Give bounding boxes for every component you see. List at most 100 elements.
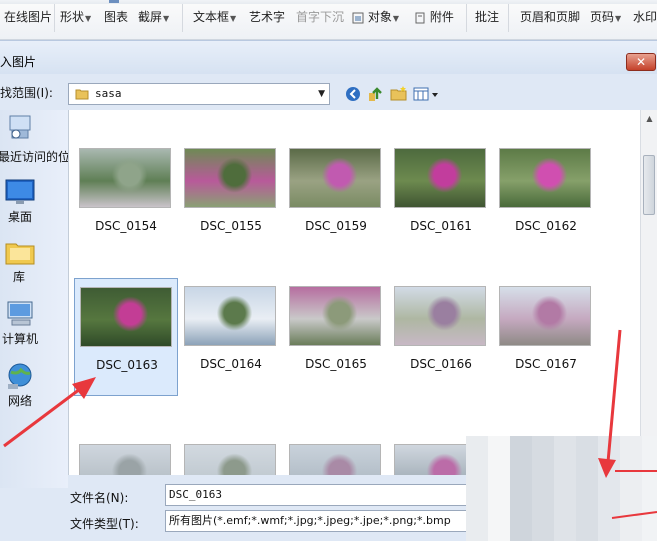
chart-button[interactable]: 图表 <box>104 8 128 26</box>
scrollbar-thumb[interactable] <box>643 155 655 215</box>
thumbnail-image <box>394 148 486 208</box>
place-network[interactable]: 网络 <box>0 360 68 408</box>
look-in-label: 查找范围(I): <box>0 86 53 100</box>
thumbnail-image <box>79 148 171 208</box>
mosaic-cell <box>510 536 532 541</box>
chevron-down-icon: ▼ <box>230 14 237 23</box>
filetype-label: 文件类型(T): <box>70 517 139 531</box>
ribbon-top-strip <box>0 0 657 4</box>
mosaic-cell <box>466 436 488 456</box>
mosaic-cell <box>466 536 488 541</box>
thumbnail-image <box>289 286 381 346</box>
mosaic-cell <box>642 536 657 541</box>
place-library[interactable]: 库 <box>0 236 68 284</box>
mosaic-cell <box>510 436 532 456</box>
mosaic-cell <box>598 436 620 456</box>
mosaic-cell <box>576 496 598 516</box>
mosaic-cell <box>466 496 488 516</box>
dropcap-button[interactable]: 首字下沉 <box>296 8 344 26</box>
close-icon: ✕ <box>635 55 647 69</box>
wordart-button[interactable]: 艺术字 <box>249 8 285 26</box>
thumbnail-caption: DSC_0163 <box>96 358 158 372</box>
ribbon-toolbar: 在线图片 形状▼ 图表 截屏▼ 文本框▼ 艺术字 首字下沉 对象▼ 附件 批注 … <box>0 0 657 40</box>
mosaic-cell <box>532 436 554 456</box>
look-in-bar: 查找范围(I): sasa ▼ <box>0 74 657 110</box>
mosaic-cell <box>554 536 576 541</box>
up-folder-icon[interactable] <box>367 85 385 103</box>
thumbnail-caption: DSC_0166 <box>410 357 472 371</box>
place-computer[interactable]: 计算机 <box>0 298 68 346</box>
thumbnail-image <box>80 287 172 347</box>
place-label: 桌面 <box>8 210 33 224</box>
mosaic-cell <box>532 536 554 541</box>
mosaic-cell <box>554 436 576 456</box>
dialog-title: 插入图片 <box>0 55 37 69</box>
mosaic-cell <box>510 476 532 496</box>
thumbnail-image <box>184 286 276 346</box>
attachment-icon <box>415 12 425 23</box>
thumbnail-caption: DSC_0167 <box>515 357 577 371</box>
ribbon-separator <box>466 4 467 32</box>
mosaic-cell <box>642 516 657 536</box>
mosaic-cell <box>598 536 620 541</box>
file-thumbnail[interactable]: DSC_0165 <box>284 278 388 396</box>
file-thumbnail[interactable]: DSC_0164 <box>179 278 283 396</box>
mosaic-blur-region <box>466 436 657 541</box>
mosaic-cell <box>466 456 488 476</box>
attachment-button[interactable]: 附件 <box>414 8 454 26</box>
comment-button[interactable]: 批注 <box>475 8 499 26</box>
screenshot-button[interactable]: 截屏▼ <box>138 8 169 26</box>
thumbnail-image <box>289 148 381 208</box>
mosaic-cell <box>576 536 598 541</box>
page-number-button[interactable]: 页码▼ <box>590 8 621 26</box>
file-thumbnail[interactable]: DSC_0161 <box>389 140 493 258</box>
new-folder-icon[interactable] <box>390 85 408 103</box>
file-thumbnail[interactable]: DSC_0159 <box>284 140 388 258</box>
back-icon[interactable] <box>344 85 362 103</box>
computer-icon <box>7 301 33 326</box>
thumbnail-caption: DSC_0162 <box>515 219 577 233</box>
mosaic-cell <box>554 496 576 516</box>
place-desktop[interactable]: 桌面 <box>0 176 68 224</box>
network-icon <box>8 363 32 389</box>
place-recent[interactable]: 最近访问的位置 <box>0 112 82 164</box>
mosaic-cell <box>510 456 532 476</box>
filename-label: 文件名(N): <box>70 491 129 505</box>
header-footer-button[interactable]: 页眉和页脚 <box>520 8 580 26</box>
mosaic-cell <box>642 496 657 516</box>
file-thumbnail[interactable]: DSC_0154 <box>74 140 178 258</box>
ribbon-separator <box>54 4 55 32</box>
file-thumbnail[interactable]: DSC_0167 <box>494 278 598 396</box>
online-picture-button[interactable]: 在线图片 <box>4 8 52 26</box>
mosaic-cell <box>576 516 598 536</box>
mosaic-cell <box>488 536 510 541</box>
mosaic-cell <box>620 476 642 496</box>
file-thumbnail[interactable]: DSC_0162 <box>494 140 598 258</box>
chevron-down-icon: ▼ <box>615 14 622 23</box>
desktop-icon <box>5 179 35 204</box>
watermark-button[interactable]: 水印 <box>633 8 657 26</box>
thumbnail-image <box>184 148 276 208</box>
file-thumbnail[interactable]: DSC_0155 <box>179 140 283 258</box>
file-thumbnail[interactable]: DSC_0163 <box>74 278 178 396</box>
file-thumbnail[interactable]: DSC_0166 <box>389 278 493 396</box>
mosaic-cell <box>488 496 510 516</box>
chart-icon-stub <box>109 0 119 3</box>
close-button[interactable]: ✕ <box>626 53 656 71</box>
ribbon-separator <box>182 4 183 32</box>
mosaic-cell <box>510 516 532 536</box>
view-menu-icon[interactable] <box>413 85 439 103</box>
thumbnail-image <box>499 148 591 208</box>
mosaic-cell <box>532 456 554 476</box>
look-in-combobox[interactable]: sasa ▼ <box>68 83 330 105</box>
mosaic-cell <box>620 516 642 536</box>
ribbon-separator <box>508 4 509 32</box>
scroll-up-icon[interactable]: ▲ <box>641 110 657 127</box>
look-in-value: sasa <box>95 87 122 100</box>
object-button[interactable]: 对象▼ <box>352 8 399 26</box>
thumbnail-image <box>499 286 591 346</box>
shapes-button[interactable]: 形状▼ <box>60 8 91 26</box>
dialog-titlebar: 插入图片 ✕ <box>0 40 657 74</box>
textbox-button[interactable]: 文本框▼ <box>193 8 236 26</box>
folder-icon <box>75 89 89 100</box>
